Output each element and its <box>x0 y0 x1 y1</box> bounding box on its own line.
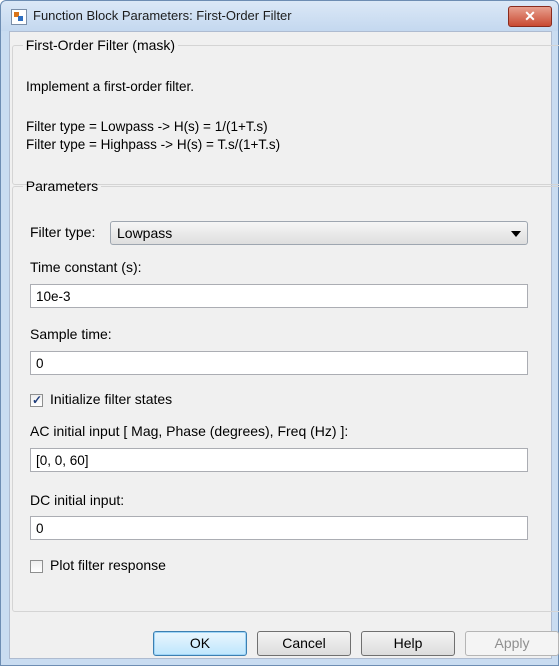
dialog-window: Function Block Parameters: First-Order F… <box>0 0 559 666</box>
ac-initial-input[interactable]: [0, 0, 60] <box>30 448 528 472</box>
initialize-states-label: Initialize filter states <box>50 391 173 407</box>
description-line-lowpass: Filter type = Lowpass -> H(s) = 1/(1+T.s… <box>26 119 268 134</box>
sample-time-label: Sample time: <box>30 326 112 342</box>
apply-button[interactable]: Apply <box>465 631 559 656</box>
dc-initial-input-label: DC initial input: <box>30 492 125 508</box>
simulink-block-icon <box>11 9 27 25</box>
chevron-down-icon <box>511 231 521 237</box>
dc-initial-input[interactable]: 0 <box>30 516 528 540</box>
close-button[interactable]: ✕ <box>508 6 552 27</box>
description-summary: Implement a first-order filter. <box>26 79 195 94</box>
cancel-button[interactable]: Cancel <box>257 631 351 656</box>
parameters-group: Parameters Filter type: Lowpass Time con… <box>12 178 559 612</box>
checkmark-icon: ✓ <box>32 393 43 407</box>
sample-time-input[interactable]: 0 <box>30 351 528 375</box>
plot-response-label: Plot filter response <box>50 557 166 573</box>
description-group-title: First-Order Filter (mask) <box>25 37 176 53</box>
help-button[interactable]: Help <box>361 631 455 656</box>
ok-button[interactable]: OK <box>153 631 247 656</box>
time-constant-label: Time constant (s): <box>30 259 142 275</box>
description-line-highpass: Filter type = Highpass -> H(s) = T.s/(1+… <box>26 137 281 152</box>
plot-response-checkbox[interactable] <box>30 560 43 573</box>
title-bar[interactable]: Function Block Parameters: First-Order F… <box>1 1 558 31</box>
initialize-states-checkbox[interactable]: ✓ <box>30 393 43 407</box>
parameters-group-title: Parameters <box>25 178 99 194</box>
dialog-content: First-Order Filter (mask) Implement a fi… <box>9 31 559 659</box>
description-group: First-Order Filter (mask) Implement a fi… <box>12 37 559 185</box>
filter-type-label: Filter type: <box>30 224 96 240</box>
window-title: Function Block Parameters: First-Order F… <box>33 8 292 23</box>
filter-type-select[interactable]: Lowpass <box>110 221 528 245</box>
time-constant-input[interactable]: 10e-3 <box>30 284 528 308</box>
filter-type-value: Lowpass <box>117 225 173 241</box>
ac-initial-input-label: AC initial input [ Mag, Phase (degrees),… <box>30 423 349 439</box>
